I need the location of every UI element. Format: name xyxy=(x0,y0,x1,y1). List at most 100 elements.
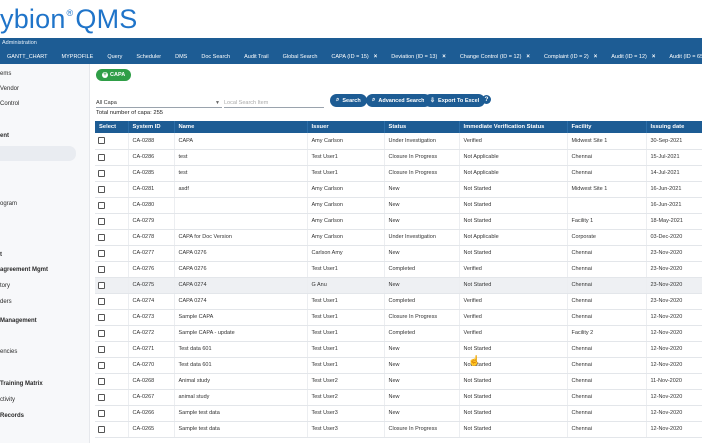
table-cell[interactable]: CA-0266 xyxy=(128,405,175,422)
menu-tab-11[interactable]: Complaint (ID = 2) × xyxy=(537,54,604,60)
table-cell[interactable]: CA-0265 xyxy=(128,421,175,438)
sidebar-item[interactable]: agreement Mgmt xyxy=(0,267,48,273)
table-cell[interactable]: CA-0267 xyxy=(128,389,175,406)
column-header[interactable]: Issuer xyxy=(307,121,385,133)
row-select-checkbox[interactable] xyxy=(98,281,105,289)
table-cell[interactable]: CA-0270 xyxy=(128,357,175,374)
close-icon[interactable]: × xyxy=(374,54,378,60)
sidebar-item[interactable]: Training Matrix xyxy=(0,381,43,387)
menu-tab-12[interactable]: Audit (ID = 12) × xyxy=(604,54,662,60)
help-icon[interactable]: ? xyxy=(482,95,491,104)
table-row[interactable]: CA-0281 asdf Amy Carlson New Not Started Midw… xyxy=(95,181,702,198)
table-row[interactable]: CA-0279 Amy Carlson New Not Started Facility… xyxy=(95,213,702,230)
table-cell[interactable]: CA-0273 xyxy=(128,309,175,326)
row-select-checkbox[interactable] xyxy=(98,393,105,401)
row-select-checkbox[interactable] xyxy=(98,425,105,433)
menu-tab-1[interactable]: MYPROFILE xyxy=(55,54,101,60)
menu-tab-7[interactable]: Global Search xyxy=(276,54,325,60)
column-header[interactable]: Facility xyxy=(567,121,647,133)
row-select-checkbox[interactable] xyxy=(98,409,105,417)
table-row[interactable]: CA-0286 test Test User1 Closure In Progress… xyxy=(95,149,702,166)
table-cell[interactable]: CA-0275 xyxy=(128,277,175,294)
menu-tab-8[interactable]: CAPA (ID = 15) × xyxy=(324,54,384,60)
row-select-checkbox[interactable] xyxy=(98,377,105,385)
menu-tab-3[interactable]: Scheduler xyxy=(129,54,168,60)
table-row[interactable]: CA-0270 Test data 601 Test User1 New Not Sta… xyxy=(95,357,702,374)
close-icon[interactable]: × xyxy=(652,54,656,60)
table-cell[interactable]: CA-0285 xyxy=(128,165,175,182)
table-row[interactable]: CA-0274 CAPA 0274 Test User1 Completed Verif… xyxy=(95,293,702,310)
table-row[interactable]: CA-0267 animal study Test User2 New Not Star… xyxy=(95,389,702,406)
table-cell[interactable]: CA-0281 xyxy=(128,181,175,198)
row-select-checkbox[interactable] xyxy=(98,217,105,225)
sidebar-item[interactable]: ders xyxy=(0,299,12,305)
export-excel-button[interactable]: ⇩ Export To Excel xyxy=(424,94,486,107)
table-row[interactable]: CA-0268 Animal study Test User2 New Not Star… xyxy=(95,373,702,390)
menu-tab-6[interactable]: Audit Trail xyxy=(237,54,275,60)
table-cell[interactable]: CA-0286 xyxy=(128,149,175,166)
column-header[interactable]: Immediate Verification Status xyxy=(459,121,568,133)
table-cell[interactable]: CA-0271 xyxy=(128,341,175,358)
table-row[interactable]: CA-0272 Sample CAPA - update Test User1 Com… xyxy=(95,325,702,342)
column-header[interactable]: Status xyxy=(384,121,460,133)
row-select-checkbox[interactable] xyxy=(98,249,105,257)
sidebar-item[interactable]: t xyxy=(0,252,2,258)
table-cell[interactable]: CA-0280 xyxy=(128,197,175,214)
row-select-checkbox[interactable] xyxy=(98,345,105,353)
sidebar-item[interactable]: ctivity xyxy=(0,397,15,403)
sidebar-item[interactable]: ogram xyxy=(0,201,17,207)
menu-tab-9[interactable]: Deviation (ID = 13) × xyxy=(384,54,453,60)
row-select-checkbox[interactable] xyxy=(98,265,105,273)
table-cell[interactable]: CA-0268 xyxy=(128,373,175,390)
row-select-checkbox[interactable] xyxy=(98,153,105,161)
column-header[interactable]: System ID xyxy=(128,121,175,133)
advanced-search-button[interactable]: ⌕ Advanced Search xyxy=(366,94,431,107)
sidebar-item[interactable]: Records xyxy=(0,413,24,419)
menu-tab-2[interactable]: Query xyxy=(100,54,129,60)
row-select-checkbox[interactable] xyxy=(98,137,105,145)
table-row[interactable]: CA-0273 Sample CAPA Test User1 Closure In P… xyxy=(95,309,702,326)
table-cell[interactable]: CA-0272 xyxy=(128,325,175,342)
local-search-input[interactable] xyxy=(224,98,324,108)
table-cell[interactable]: CA-0274 xyxy=(128,293,175,310)
sidebar-item[interactable]: ent xyxy=(0,133,9,139)
column-header[interactable]: Issuing date xyxy=(646,121,702,133)
table-row[interactable]: CA-0285 test Test User1 Closure In Progress… xyxy=(95,165,702,182)
table-cell[interactable]: CA-0277 xyxy=(128,245,175,262)
sidebar-item[interactable]: Control xyxy=(0,101,19,107)
sidebar-item[interactable]: encies xyxy=(0,349,17,355)
table-cell[interactable]: CA-0288 xyxy=(128,133,175,150)
table-row[interactable]: CA-0266 Sample test data Test User3 New Not … xyxy=(95,405,702,422)
new-capa-button[interactable]: + CAPA xyxy=(96,69,132,81)
row-select-checkbox[interactable] xyxy=(98,313,105,321)
table-cell[interactable]: CA-0279 xyxy=(128,213,175,230)
row-select-checkbox[interactable] xyxy=(98,361,105,369)
close-icon[interactable]: × xyxy=(442,54,446,60)
row-select-checkbox[interactable] xyxy=(98,185,105,193)
row-select-checkbox[interactable] xyxy=(98,297,105,305)
row-select-checkbox[interactable] xyxy=(98,169,105,177)
table-row[interactable]: CA-0275 CAPA 0274 G Anu New Not Started Chenn… xyxy=(95,277,702,294)
table-row[interactable]: CA-0280 Amy Carlson New Not Started 16-Jun-2… xyxy=(95,197,702,214)
close-icon[interactable]: × xyxy=(594,54,598,60)
menu-tab-13[interactable]: Audit (ID = 65)× xyxy=(662,54,702,60)
table-cell[interactable]: CA-0278 xyxy=(128,229,175,246)
capa-filter-select[interactable]: All Capa ▼ xyxy=(96,98,222,108)
menu-tab-0[interactable]: GANTT_CHART xyxy=(0,54,55,60)
search-button[interactable]: ⌕ Search xyxy=(330,94,367,107)
row-select-checkbox[interactable] xyxy=(98,233,105,241)
sidebar-item[interactable]: tory xyxy=(0,283,10,289)
sidebar-item[interactable]: Management xyxy=(0,318,37,324)
column-header[interactable]: Name xyxy=(174,121,308,133)
row-select-checkbox[interactable] xyxy=(98,201,105,209)
sidebar-item[interactable]: Vendor xyxy=(0,86,19,92)
menu-tab-4[interactable]: DMS xyxy=(168,54,194,60)
table-row[interactable]: CA-0271 Test data 601 Test User1 New Not Sta… xyxy=(95,341,702,358)
table-row[interactable]: CA-0288 CAPA Amy Carlson Under Investigatio… xyxy=(95,133,702,150)
close-icon[interactable]: × xyxy=(526,54,530,60)
menu-tab-10[interactable]: Change Control (ID = 12) × xyxy=(453,54,537,60)
admin-breadcrumb[interactable]: Administration xyxy=(2,40,37,46)
table-row[interactable]: CA-0265 Sample test data Test User3 Closure… xyxy=(95,421,702,438)
sidebar-item[interactable]: ems xyxy=(0,71,11,77)
column-header[interactable]: Select xyxy=(95,121,129,133)
